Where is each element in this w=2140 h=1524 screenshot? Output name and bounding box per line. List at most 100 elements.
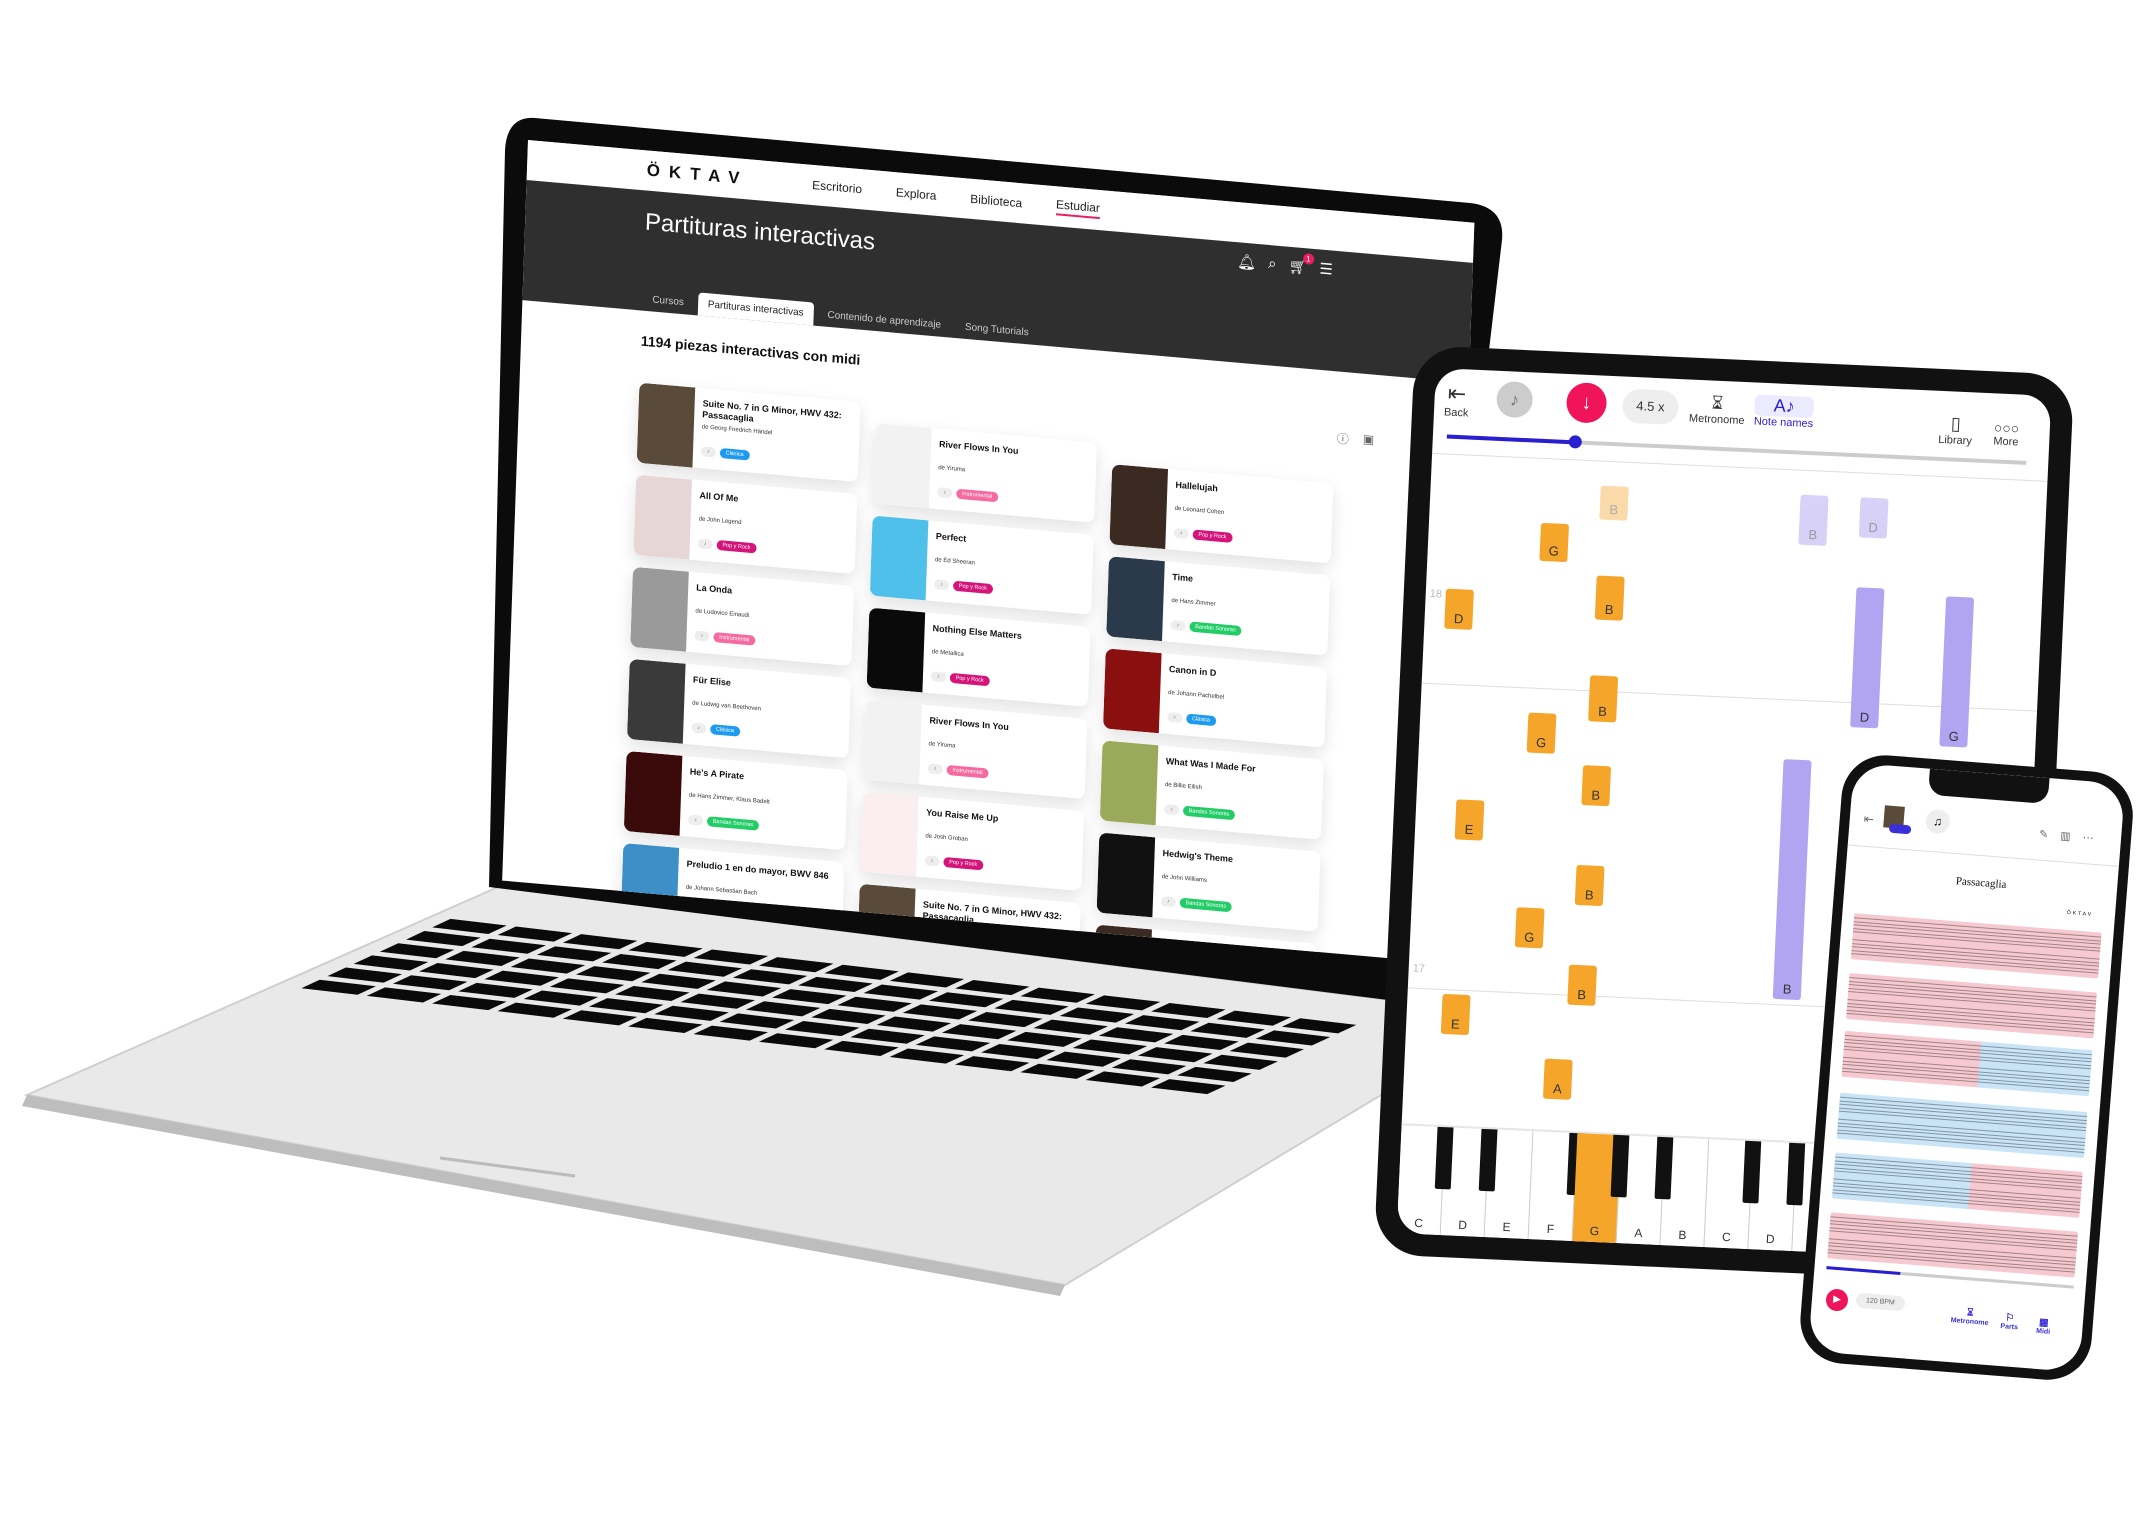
card-title: Canon in D (1168, 663, 1217, 679)
card-author: de Metallica (931, 649, 964, 658)
score-card[interactable]: Time de Hans Zimmer ♪ Bandas Sonoras (1106, 556, 1331, 656)
music-note-icon: ♪ (930, 857, 934, 865)
progress-knob[interactable] (1568, 435, 1582, 449)
level-chip: ♪ (1173, 527, 1189, 540)
level-chip: ♪ (930, 671, 946, 683)
nav-escritorio[interactable]: Escritorio (812, 178, 862, 196)
genre-tag[interactable]: Instrumental (713, 632, 756, 646)
score-card[interactable]: La Onda de Ludovico Einaudi ♪ Instrument… (630, 566, 855, 667)
midi-label: Midi (2035, 1327, 2051, 1336)
genre-tag[interactable]: Bandas Sonoras (1182, 805, 1236, 821)
grid-view-icon[interactable]: ▣ (1363, 432, 1375, 450)
nav-explora[interactable]: Explora (896, 185, 937, 203)
staff-system[interactable] (1827, 1212, 2079, 1278)
level-chip: ♪ (924, 855, 940, 867)
score-card[interactable]: All Of Me de John Legend ♪ Pop y Rock (633, 474, 858, 575)
pencil-icon[interactable]: ✎ (2039, 828, 2049, 842)
genre-tag[interactable]: Bandas Sonoras (1179, 897, 1233, 913)
phone-midi-button[interactable]: ▦ Midi (2036, 1317, 2051, 1336)
staff-system[interactable] (1841, 1030, 2093, 1097)
back-icon: ⇤ (1447, 380, 1467, 407)
add-note-button[interactable]: ♫ (1924, 808, 1951, 835)
genre-tag[interactable]: Pop y Rock (716, 539, 757, 554)
score-grid: Suite No. 7 in G Minor, HWV 432: Passaca… (620, 382, 1336, 964)
cover-image (1103, 648, 1162, 734)
note-block: G (1939, 596, 1975, 748)
card-author: de Ludovico Einaudi (695, 608, 750, 620)
note-block: G (1526, 712, 1557, 754)
genre-tag[interactable]: Pop y Rock (1192, 529, 1233, 543)
genre-tag[interactable]: Clásica (709, 724, 741, 737)
score-card[interactable]: Suite No. 7 in G Minor, HWV 432: Passaca… (636, 382, 861, 483)
phone-screen: ⇤ ♫ ✎ ▥ ⋯ Passacaglia ÖKTAV ▶ 120 BPM ⏳︎ Me… (1807, 762, 2126, 1373)
score-card[interactable]: He's A Pirate de Hans Zimmer, Klaus Bade… (623, 750, 848, 851)
score-card[interactable]: Canon in D de Johann Pachelbel ♪ Clásica (1103, 648, 1327, 748)
genre-tag[interactable]: Instrumental (955, 488, 999, 503)
phone: ⇤ ♫ ✎ ▥ ⋯ Passacaglia ÖKTAV ▶ 120 BPM ⏳︎ Me… (1797, 752, 2137, 1384)
oktav-logo[interactable]: ÖKTAV (646, 160, 749, 189)
score-card[interactable]: Für Elise de Ludwig van Beethoven ♪ Clás… (626, 658, 851, 759)
genre-tag[interactable]: Pop y Rock (949, 672, 990, 687)
music-note-button[interactable]: ♪ (1495, 380, 1534, 419)
music-note-icon: ♪ (936, 673, 940, 680)
tempo-button[interactable]: 120 BPM (1855, 1292, 1906, 1312)
piano-key[interactable]: E (1484, 1129, 1534, 1240)
more-icon[interactable]: ⋯ (2082, 831, 2094, 845)
hand-toggle[interactable] (1888, 823, 1912, 835)
book-icon[interactable]: ▥ (2060, 829, 2071, 843)
cover-image (623, 750, 683, 836)
genre-tag[interactable]: Pop y Rock (943, 856, 984, 871)
phone-parts-button[interactable]: ⚐ Parts (2000, 1312, 2019, 1331)
card-title: Perfect (935, 531, 967, 544)
score-card[interactable]: River Flows In You de Yiruma ♪ Instrumen… (873, 423, 1097, 523)
tab-partituras-interactivas[interactable]: Partituras interactivas (697, 292, 814, 326)
menu-icon[interactable]: ☰ (1319, 259, 1333, 278)
staff-system[interactable] (1836, 1092, 2088, 1158)
genre-tag[interactable]: Bandas Sonoras (1189, 621, 1242, 637)
cover-image (1096, 832, 1156, 918)
score-card[interactable]: Perfect de Ed Sheeran ♪ Pop y Rock (869, 515, 1094, 615)
score-card[interactable]: What Was I Made For de Billie Eilish ♪ B… (1099, 740, 1324, 840)
score-card[interactable]: Nothing Else Matters de Metallica ♪ Pop … (866, 607, 1091, 707)
tab-song-tutorials[interactable]: Song Tutorials (955, 315, 1039, 345)
cover-image (1099, 740, 1159, 826)
piano-key[interactable]: B (1660, 1137, 1710, 1248)
staff-system[interactable] (1831, 1152, 2083, 1218)
note-names-button[interactable]: A♪ Note names (1754, 394, 1815, 430)
download-button[interactable]: ↓ (1565, 381, 1608, 424)
genre-tag[interactable]: Clásica (719, 447, 750, 461)
music-note-icon: ♪ (1179, 530, 1183, 537)
play-button[interactable]: ▶ (1825, 1288, 1849, 1312)
cart-icon[interactable]: 🛒︎ 1 (1288, 252, 1314, 276)
library-icon: ▯ (1950, 413, 1962, 434)
speed-button[interactable]: 4.5 x (1621, 388, 1680, 425)
bell-icon[interactable]: 🔔︎ (1237, 252, 1257, 272)
music-note-icon: ♪ (1170, 806, 1173, 813)
card-author: de Georg Friedrich Händel (701, 424, 773, 437)
nav-estudiar[interactable]: Estudiar (1055, 197, 1101, 220)
note-block: E (1454, 799, 1485, 841)
score-card[interactable]: Hallelujah de Leonard Cohen ♪ Pop y Rock (1109, 464, 1334, 564)
exit-icon[interactable]: ⇤ (1863, 812, 1874, 827)
staff-system[interactable] (1850, 913, 2102, 979)
genre-tag[interactable]: Bandas Sonoras (706, 816, 760, 831)
score-card[interactable]: You Raise Me Up de Josh Groban ♪ Pop y R… (860, 791, 1085, 892)
info-icon[interactable]: ⓘ (1337, 430, 1350, 448)
card-title: Preludio 1 en do mayor, BWV 846 (686, 858, 829, 882)
staff-system[interactable] (1846, 973, 2097, 1039)
more-button[interactable]: ○○○ More (1993, 419, 2019, 448)
back-button[interactable]: ⇤ Back (1444, 380, 1470, 420)
genre-tag[interactable]: Pop y Rock (952, 580, 993, 595)
score-card[interactable]: River Flows In You de Yiruma ♪ Instrumen… (863, 699, 1088, 800)
tab-contenido-de-aprendizaje[interactable]: Contenido de aprendizaje (817, 303, 951, 338)
genre-tag[interactable]: Clásica (1185, 713, 1217, 727)
search-icon[interactable]: ⌕ (1268, 255, 1277, 274)
genre-tag[interactable]: Instrumental (946, 764, 989, 779)
score-card[interactable]: Hedwig's Theme de John Williams ♪ Bandas… (1096, 832, 1321, 932)
library-button[interactable]: ▯ Library (1938, 413, 1973, 447)
phone-metronome-button[interactable]: ⏳︎ Metronome (1950, 1306, 1989, 1327)
card-author: de Yiruma (938, 464, 966, 474)
metronome-button[interactable]: ⏳︎ Metronome (1689, 392, 1746, 427)
nav-biblioteca[interactable]: Biblioteca (970, 192, 1022, 211)
tab-cursos[interactable]: Cursos (642, 288, 694, 316)
